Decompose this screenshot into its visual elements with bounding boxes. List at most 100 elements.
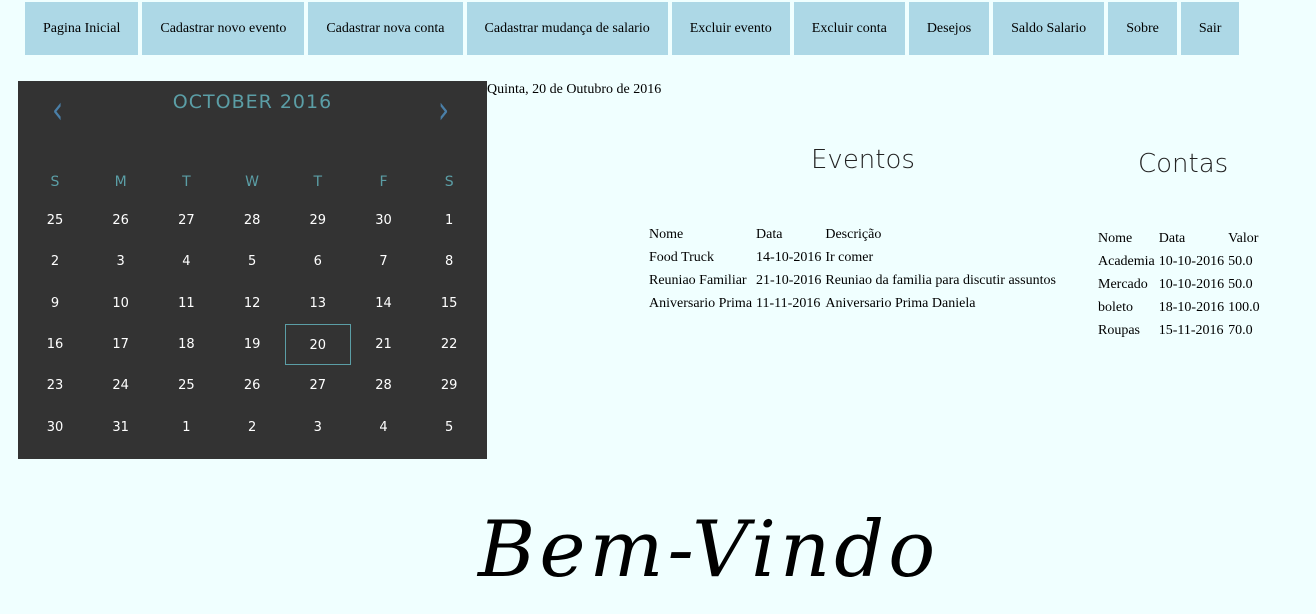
calendar-day[interactable]: 22	[416, 324, 482, 365]
calendar-day[interactable]: 24	[88, 365, 154, 406]
table-cell: Academia	[1098, 253, 1155, 269]
calendar-day[interactable]: 18	[153, 324, 219, 365]
weekday-label: F	[379, 174, 388, 190]
table-cell: 10-10-2016	[1158, 276, 1225, 292]
table-cell: Reuniao da familia para discutir assunto…	[825, 272, 1056, 288]
table-cell: Data	[756, 226, 783, 242]
nav-bar: Pagina Inicial Cadastrar novo evento Cadas…	[25, 2, 1240, 55]
calendar-day[interactable]: 30	[22, 407, 88, 448]
calendar-day[interactable]: 2	[219, 407, 285, 448]
calendar-day[interactable]: 29	[416, 365, 482, 406]
calendar-day[interactable]: 21	[351, 324, 417, 365]
nav-button[interactable]: Excluir evento	[671, 2, 790, 55]
table-cell: Ir comer	[825, 249, 874, 265]
table-header: Nome Data Descrição	[649, 223, 1060, 246]
nav-button[interactable]: Cadastrar novo evento	[142, 2, 305, 55]
weekday-label: M	[114, 174, 127, 190]
nav-button[interactable]: Saldo Salario	[993, 2, 1105, 55]
table-cell: 11-11-2016	[756, 295, 821, 311]
eventos-heading: Eventos	[811, 145, 915, 175]
calendar-day[interactable]: 8	[416, 241, 482, 282]
table-cell: Nome	[649, 226, 684, 242]
calendar-day[interactable]: 3	[88, 241, 154, 282]
table-row: Academia 10-10-2016 50.0	[1098, 250, 1264, 273]
weekday-label: T	[313, 174, 323, 190]
nav-button[interactable]: Sobre	[1108, 2, 1177, 55]
calendar-day[interactable]: 26	[219, 365, 285, 406]
table-cell: 15-11-2016	[1158, 322, 1224, 338]
table-cell: 21-10-2016	[756, 272, 822, 288]
table-cell: 18-10-2016	[1158, 299, 1225, 315]
next-month-button[interactable]: ›	[438, 86, 449, 132]
calendar-day[interactable]: 12	[219, 283, 285, 324]
nav-button[interactable]: Sair	[1180, 2, 1240, 55]
calendar-day[interactable]: 19	[219, 324, 285, 365]
calendar-day[interactable]: 15	[416, 283, 482, 324]
calendar-day[interactable]: 27	[153, 200, 219, 241]
calendar-day[interactable]: 9	[22, 283, 88, 324]
table-cell: Valor	[1228, 230, 1259, 246]
weekday-label: T	[182, 174, 191, 190]
calendar-day[interactable]: 26	[88, 200, 154, 241]
table-row: Mercado 10-10-2016 50.0	[1098, 273, 1264, 296]
calendar-day[interactable]: 16	[22, 324, 88, 365]
table-cell: boleto	[1098, 299, 1133, 315]
calendar-day[interactable]: 30	[351, 200, 417, 241]
current-date: Quinta, 20 de Outubro de 2016	[487, 82, 662, 97]
table-cell: 10-10-2016	[1158, 253, 1225, 269]
calendar-day[interactable]: 10	[88, 283, 154, 324]
weekday-label: S	[444, 174, 454, 190]
table-cell: 50.0	[1228, 276, 1253, 292]
calendar-day[interactable]: 28	[351, 365, 417, 406]
calendar-day[interactable]: 31	[88, 407, 154, 448]
table-cell: Roupas	[1098, 322, 1140, 338]
weekday-label: S	[50, 174, 60, 190]
calendar-day[interactable]: 20	[284, 323, 351, 365]
table-cell: Nome	[1098, 230, 1133, 246]
nav-button[interactable]: Cadastrar nova conta	[308, 2, 463, 55]
table-cell: 100.0	[1228, 299, 1260, 315]
table-header: Nome Data Valor	[1098, 227, 1264, 250]
calendar-day[interactable]: 3	[285, 407, 351, 448]
table-row: Food Truck 14-10-2016 Ir comer	[649, 246, 1060, 269]
calendar-day[interactable]: 5	[219, 241, 285, 282]
calendar-day[interactable]: 13	[285, 283, 351, 324]
table-cell: 50.0	[1228, 253, 1253, 269]
table-row: Aniversario Prima 11-11-2016 Aniversario P…	[649, 292, 1060, 315]
table-cell: Descrição	[825, 226, 882, 242]
table-row: Reuniao Familiar 21-10-2016 Reuniao da fam…	[649, 269, 1060, 292]
calendar-day[interactable]: 27	[285, 365, 351, 406]
eventos-table: Nome Data Descrição Food Truck 14-10-2016 Ir …	[649, 223, 1060, 315]
calendar-day[interactable]: 11	[153, 283, 219, 324]
table-cell: Data	[1158, 230, 1186, 246]
table-cell: 14-10-2016	[756, 249, 822, 265]
calendar-day[interactable]: 4	[153, 241, 219, 282]
nav-button[interactable]: Cadastrar mudança de salario	[466, 2, 668, 55]
contas-heading: Contas	[1138, 149, 1229, 179]
calendar-day[interactable]: 2	[22, 241, 88, 282]
table-row: Roupas 15-11-2016 70.0	[1098, 319, 1264, 342]
nav-button[interactable]: Desejos	[908, 2, 990, 55]
table-cell: Aniversario Prima	[649, 295, 753, 311]
calendar-day[interactable]: 5	[416, 407, 482, 448]
calendar-day[interactable]: 1	[416, 200, 482, 241]
calendar-day[interactable]: 29	[285, 200, 351, 241]
calendar-day[interactable]: 28	[219, 200, 285, 241]
weekday-label: W	[245, 174, 260, 190]
calendar-day[interactable]: 14	[351, 283, 417, 324]
calendar-day[interactable]: 25	[22, 200, 88, 241]
calendar-day[interactable]: 6	[285, 241, 351, 282]
calendar-day[interactable]: 4	[351, 407, 417, 448]
welcome-text: Bem-Vindo	[478, 505, 940, 595]
calendar-day[interactable]: 1	[153, 407, 219, 448]
table-cell: Aniversario Prima Daniela	[825, 295, 976, 311]
nav-button[interactable]: Excluir conta	[793, 2, 905, 55]
table-cell: Mercado	[1098, 276, 1148, 292]
nav-button[interactable]: Pagina Inicial	[25, 2, 139, 55]
calendar-day[interactable]: 25	[153, 365, 219, 406]
calendar-title: OCTOBER 2016	[172, 91, 333, 113]
table-cell: Food Truck	[649, 249, 714, 265]
calendar-day[interactable]: 17	[88, 324, 154, 365]
calendar-day[interactable]: 23	[22, 365, 88, 406]
calendar-day[interactable]: 7	[351, 241, 417, 282]
